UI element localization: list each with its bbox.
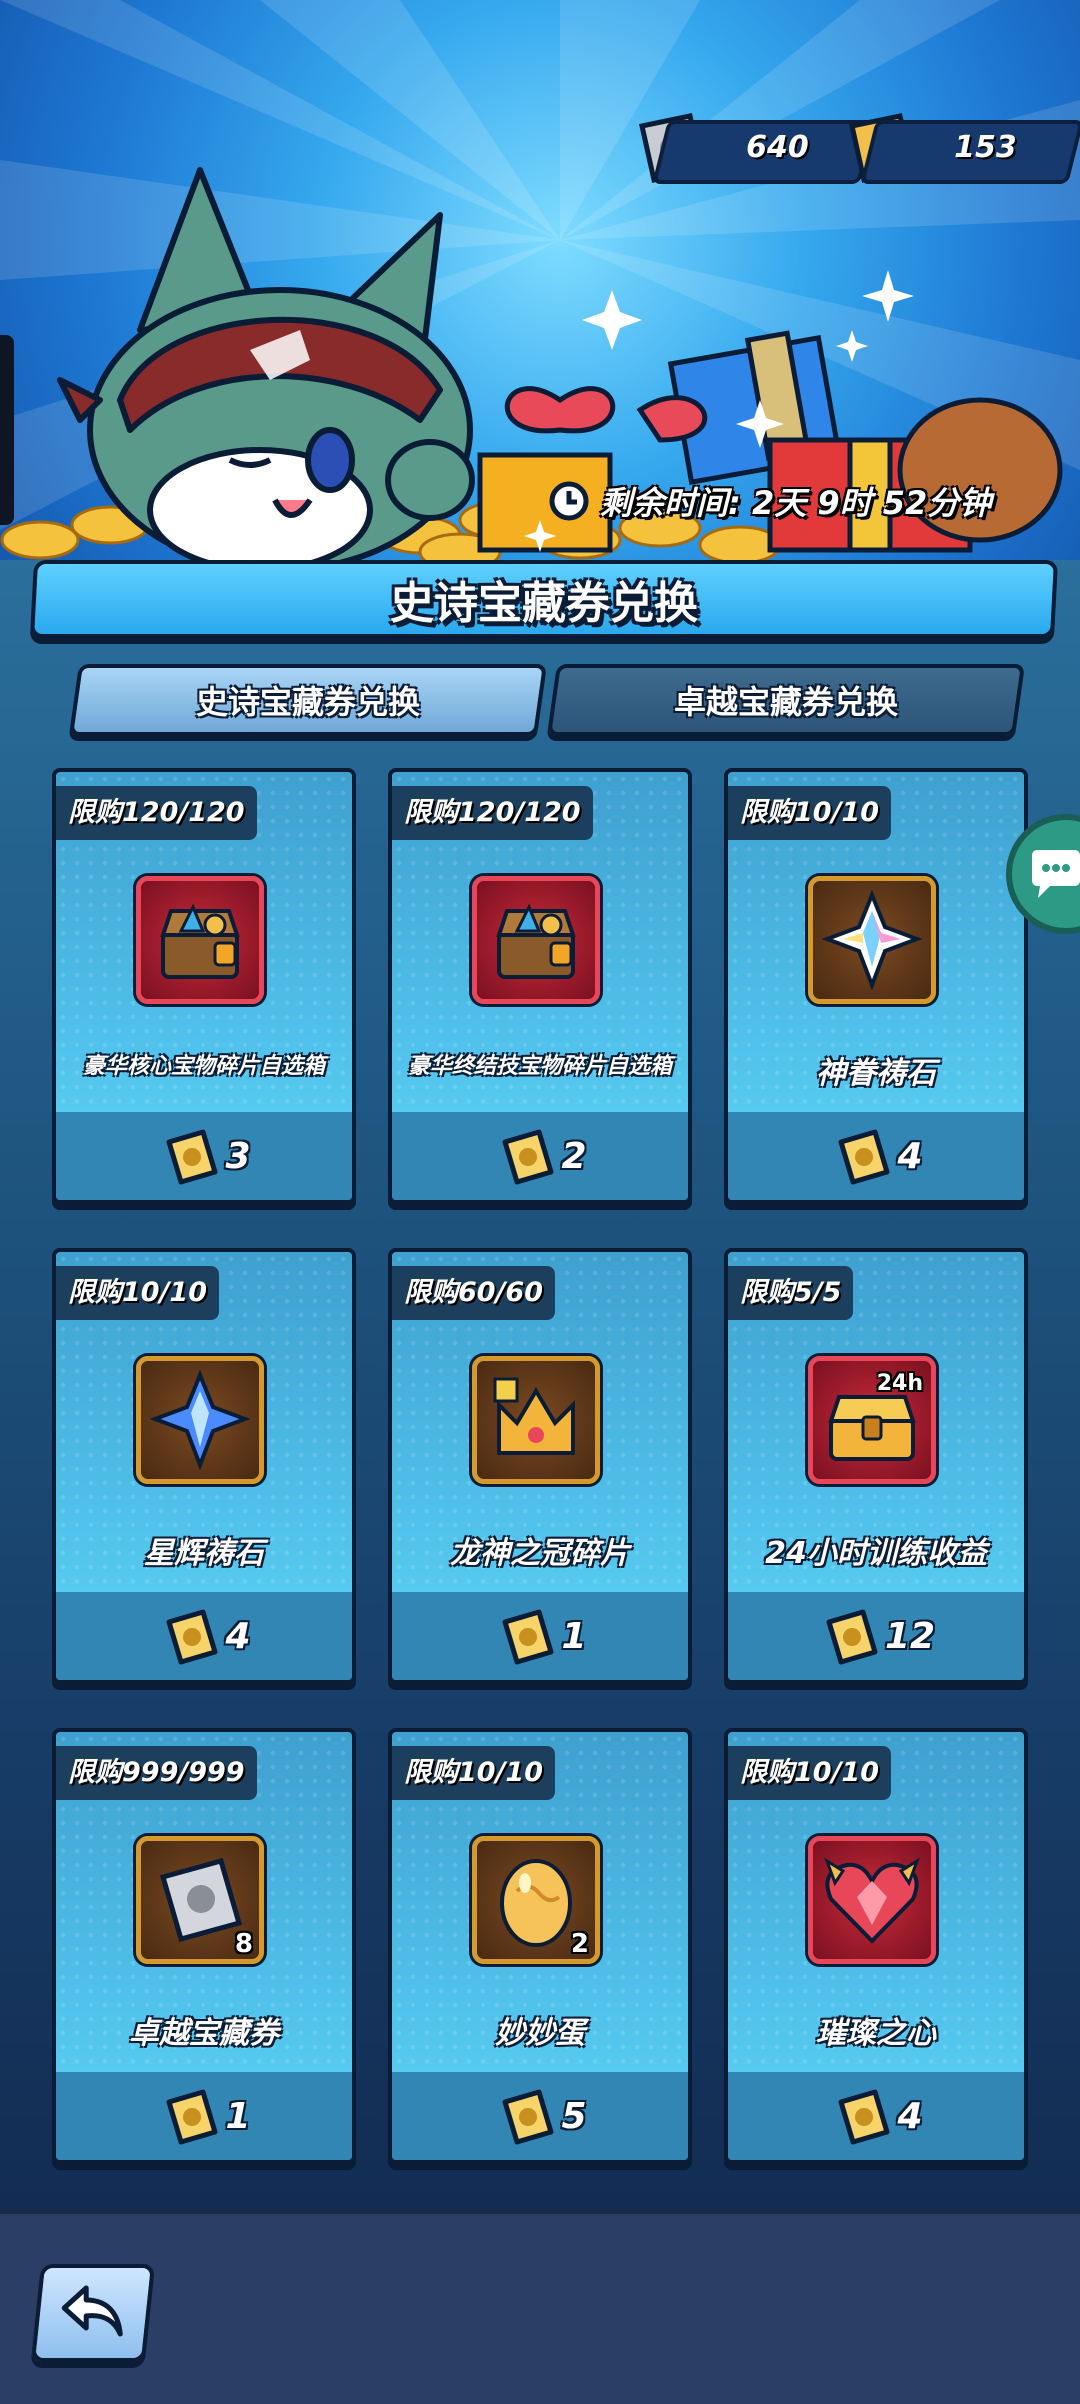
item-card[interactable]: 限购5/5 24h 24小时训练收益 12 — [724, 1248, 1028, 1684]
gold-ticket-icon — [502, 2089, 554, 2145]
item-price: 4 — [897, 1135, 923, 1177]
item-icon-frame[interactable] — [808, 876, 936, 1004]
event-timer: 剩余时间: 2天 9时 52分钟 — [548, 478, 991, 524]
purchase-limit-label: 限购120/120 — [56, 786, 257, 840]
buy-button[interactable]: 4 — [728, 2072, 1024, 2160]
buy-button[interactable]: 4 — [56, 1592, 352, 1680]
purchase-limit-label: 限购999/999 — [56, 1746, 257, 1800]
gold-ticket-icon — [166, 1609, 218, 1665]
crown-fragment-icon — [493, 1377, 575, 1455]
bottom-bar — [0, 2210, 1080, 2404]
item-price: 12 — [884, 1615, 936, 1657]
purchase-limit-label: 限购10/10 — [728, 786, 892, 840]
gold-ticket-icon — [166, 1129, 218, 1185]
item-icon-frame[interactable] — [472, 1356, 600, 1484]
item-price: 1 — [225, 2095, 251, 2137]
purchase-limit-label: 限购60/60 — [392, 1266, 556, 1320]
item-card[interactable]: 限购999/999 8 卓越宝藏券 1 — [52, 1728, 356, 2164]
event-banner: 640 153 剩余时间: 2天 9时 52分钟 — [0, 0, 1080, 560]
timer-text: 剩余时间: 2天 9时 52分钟 — [600, 484, 992, 522]
item-name: 24小时训练收益 — [765, 1536, 987, 1571]
item-name: 妙妙蛋 — [495, 2016, 585, 2051]
ruby-heart-icon — [824, 1857, 920, 1944]
item-name: 豪华终结技宝物碎片自选箱 — [407, 1054, 672, 1079]
item-name: 璀璨之心 — [816, 2016, 936, 2051]
rainbow-crystal-icon — [821, 889, 923, 991]
item-icon-frame[interactable]: 24h — [808, 1356, 936, 1484]
buy-button[interactable]: 2 — [392, 1112, 688, 1200]
item-icon-frame[interactable] — [808, 1836, 936, 1964]
treasure-chest-icon — [160, 903, 240, 979]
gold-ticket-icon — [502, 1129, 554, 1185]
purchase-limit-label: 限购5/5 — [728, 1266, 854, 1320]
gold-ticket-icon — [502, 1609, 554, 1665]
side-drawer-handle[interactable] — [0, 335, 14, 525]
item-card[interactable]: 限购60/60 龙神之冠碎片 1 — [388, 1248, 692, 1684]
back-arrow-icon — [61, 2285, 123, 2337]
chat-icon — [1032, 850, 1080, 898]
item-icon-frame[interactable] — [136, 876, 264, 1004]
gold-ticket-icon — [166, 2089, 218, 2145]
item-card[interactable]: 限购10/10 星辉祷石 4 — [52, 1248, 356, 1684]
banner-background — [0, 0, 1080, 560]
page-title: 史诗宝藏券兑换 — [29, 560, 1059, 638]
gold-ticket-icon — [826, 1609, 878, 1665]
item-price: 5 — [561, 2095, 587, 2137]
item-card[interactable]: 限购10/10 2 妙妙蛋 5 — [388, 1728, 692, 2164]
buy-button[interactable]: 1 — [56, 2072, 352, 2160]
item-icon-frame[interactable] — [472, 876, 600, 1004]
item-icon-frame[interactable]: 8 — [136, 1836, 264, 1964]
purchase-limit-label: 限购10/10 — [392, 1746, 556, 1800]
item-card[interactable]: 限购120/120 豪华终结技宝物碎片自选箱 2 — [388, 768, 692, 1204]
blue-crystal-icon — [149, 1369, 251, 1471]
gold-ticket-icon — [838, 1129, 890, 1185]
item-quantity: 2 — [570, 1929, 589, 1959]
item-price: 4 — [897, 2095, 923, 2137]
item-quantity: 8 — [234, 1929, 253, 1959]
buy-button[interactable]: 3 — [56, 1112, 352, 1200]
item-name: 卓越宝藏券 — [129, 2016, 279, 2051]
clock-icon — [549, 481, 589, 521]
tab-superior-ticket-exchange[interactable]: 卓越宝藏券兑换 — [546, 664, 1026, 736]
buy-button[interactable]: 12 — [728, 1592, 1024, 1680]
buy-button[interactable]: 4 — [728, 1112, 1024, 1200]
item-name: 豪华核心宝物碎片自选箱 — [82, 1054, 325, 1079]
purchase-limit-label: 限购10/10 — [728, 1746, 892, 1800]
item-card[interactable]: 限购10/10 璀璨之心 4 — [724, 1728, 1028, 2164]
item-icon-frame[interactable] — [136, 1356, 264, 1484]
tab-epic-ticket-exchange[interactable]: 史诗宝藏券兑换 — [68, 664, 548, 736]
treasure-chest-icon — [496, 903, 576, 979]
item-price: 3 — [225, 1135, 251, 1177]
epic-ticket-balance: 153 — [860, 120, 1080, 184]
back-button[interactable] — [30, 2264, 156, 2362]
item-icon-frame[interactable]: 2 — [472, 1836, 600, 1964]
item-name: 龙神之冠碎片 — [450, 1536, 630, 1571]
buy-button[interactable]: 1 — [392, 1592, 688, 1680]
item-card[interactable]: 限购10/10 神眷祷石 4 — [724, 768, 1028, 1204]
duration-badge: 24h — [876, 1371, 923, 1396]
purchase-limit-label: 限购10/10 — [56, 1266, 220, 1320]
buy-button[interactable]: 5 — [392, 2072, 688, 2160]
item-card[interactable]: 限购120/120 豪华核心宝物碎片自选箱 3 — [52, 768, 356, 1204]
item-price: 2 — [561, 1135, 587, 1177]
gold-ticket-icon — [838, 2089, 890, 2145]
item-name: 星辉祷石 — [144, 1536, 264, 1571]
purchase-limit-label: 限购120/120 — [392, 786, 593, 840]
item-price: 4 — [225, 1615, 251, 1657]
item-price: 1 — [561, 1615, 587, 1657]
item-name: 神眷祷石 — [816, 1056, 936, 1091]
